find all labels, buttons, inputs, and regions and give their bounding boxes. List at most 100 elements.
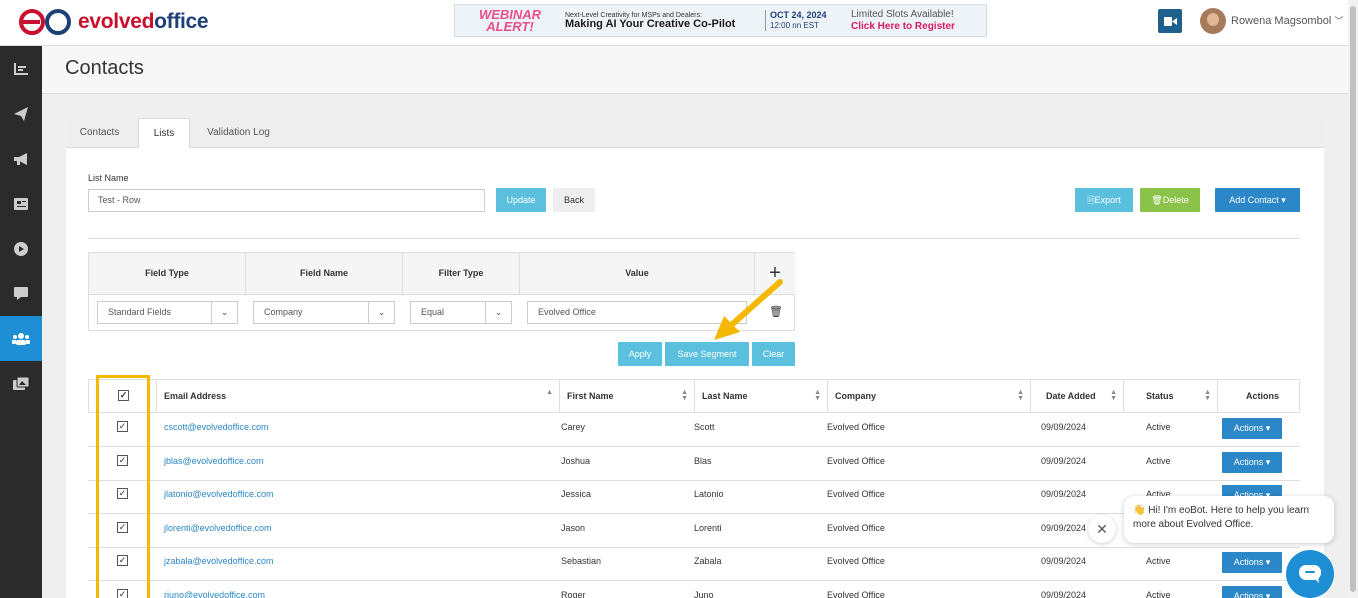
annotation-arrow-icon xyxy=(714,279,783,340)
table-row: ✓ jlorenti@evolvedoffice.com Jason Lorenti E… xyxy=(88,514,1300,548)
cell-company: Evolved Office xyxy=(827,455,885,466)
cell-date: 09/09/2024 xyxy=(1041,489,1087,499)
webinar-banner[interactable]: WEBINAR ALERT! Next-Level Creativity for … xyxy=(454,4,987,37)
logo[interactable]: evolvedoffice xyxy=(18,8,209,36)
update-button[interactable]: Update xyxy=(496,188,546,212)
video-camera-button[interactable] xyxy=(1158,9,1182,33)
user-menu[interactable]: Rowena Magsombol ﹀ xyxy=(1231,14,1343,27)
filter-row-divider xyxy=(89,294,794,295)
scrollbar-thumb[interactable] xyxy=(1350,6,1356,592)
chat-bubble-icon xyxy=(1299,565,1321,583)
cell-email[interactable]: cscott@evolvedoffice.com xyxy=(164,413,269,446)
avatar[interactable] xyxy=(1200,8,1226,34)
tab-lists[interactable]: Lists xyxy=(138,118,190,149)
chat-launcher-button[interactable] xyxy=(1286,550,1334,598)
tab-validation-log[interactable]: Validation Log xyxy=(196,118,281,148)
cell-company: Evolved Office xyxy=(827,422,885,432)
chevron-down-icon: ﹀ xyxy=(1334,16,1344,26)
field-name-select[interactable]: Company ⌄ xyxy=(253,301,395,324)
chatbot-message[interactable]: 👋 Hi! I'm eoBot. Here to help you learn … xyxy=(1124,496,1334,543)
cell-company: Evolved Office xyxy=(827,489,885,499)
file-icon: 🗎 xyxy=(1087,195,1095,205)
sidebar-item-campaigns[interactable] xyxy=(0,91,42,136)
col-company[interactable]: Company ▲ ▼ xyxy=(828,380,1031,412)
table-row: ✓ rjuno@evolvedoffice.com Roger Juno Evolved… xyxy=(88,581,1300,598)
chevron-down-icon: ⌄ xyxy=(368,302,394,323)
add-contact-button[interactable]: Add Contact ▾ xyxy=(1215,188,1300,212)
apply-button[interactable]: Apply xyxy=(618,342,662,366)
col-last-name[interactable]: Last Name ▲ ▼ xyxy=(695,380,828,412)
export-button[interactable]: 🗎Export xyxy=(1075,188,1133,212)
filter-header-filter-type: Filter Type xyxy=(403,253,520,294)
sidebar-item-messages[interactable] xyxy=(0,271,42,316)
sidebar-item-announcements[interactable] xyxy=(0,136,42,181)
row-actions-button[interactable]: Actions ▾ xyxy=(1222,585,1282,598)
cell-email[interactable]: jzabala@evolvedoffice.com xyxy=(164,547,274,580)
list-name-label: List Name xyxy=(88,173,129,183)
cell-first: Roger xyxy=(561,589,586,598)
table-row: ✓ jlatonio@evolvedoffice.com Jessica Latoni… xyxy=(88,480,1300,514)
tab-bar: Contacts Lists Validation Log xyxy=(66,118,1324,149)
newspaper-icon xyxy=(14,197,28,210)
contacts-table: ✓ Email Address ▲ First Name ▲ ▼ Last Name ▲… xyxy=(88,379,1300,598)
caret-down-icon: ▾ xyxy=(1263,423,1271,433)
field-type-select[interactable]: Standard Fields ⌄ xyxy=(97,301,238,324)
list-name-input[interactable]: Test - Row xyxy=(88,189,485,212)
col-date-added[interactable]: Date Added ▲ ▼ xyxy=(1031,380,1124,412)
cell-email[interactable]: rjuno@evolvedoffice.com xyxy=(164,581,265,598)
cell-company: Evolved Office xyxy=(827,522,885,533)
sort-icon: ▲ xyxy=(546,389,553,396)
cell-last: Zabala xyxy=(694,556,722,566)
cell-company: Evolved Office xyxy=(827,556,885,566)
sidebar-item-media[interactable] xyxy=(0,361,42,406)
cell-first: Carey xyxy=(561,422,586,432)
cell-date: 09/09/2024 xyxy=(1041,589,1087,598)
page-header: Contacts xyxy=(42,46,1348,94)
page-scrollbar[interactable] xyxy=(1348,0,1358,598)
tab-contacts[interactable]: Contacts xyxy=(66,118,133,148)
cell-email[interactable]: jlorenti@evolvedoffice.com xyxy=(164,514,272,547)
table-row: ✓ jblas@evolvedoffice.com Joshua Blas Evolve… xyxy=(88,447,1300,481)
sort-icon: ▲ ▼ xyxy=(814,389,821,402)
cell-last: Juno xyxy=(694,589,714,598)
sidebar xyxy=(0,46,42,598)
filter-header-field-name: Field Name xyxy=(246,253,403,294)
checkbox-highlight-box xyxy=(96,375,150,598)
cell-status: Active xyxy=(1146,556,1171,566)
sidebar-item-videos[interactable] xyxy=(0,226,42,271)
cell-date: 09/09/2024 xyxy=(1041,522,1087,533)
sort-icon: ▲ ▼ xyxy=(681,389,688,402)
chevron-down-icon: ⌄ xyxy=(211,302,237,323)
sidebar-item-dashboard[interactable] xyxy=(0,46,42,91)
col-email[interactable]: Email Address ▲ xyxy=(157,380,560,412)
users-icon xyxy=(12,332,30,345)
delete-list-button[interactable]: 🗑Delete xyxy=(1140,188,1200,212)
cell-first: Jason xyxy=(561,522,586,533)
cell-date: 09/09/2024 xyxy=(1041,455,1087,466)
table-row: ✓ cscott@evolvedoffice.com Carey Scott Evolv… xyxy=(88,413,1300,447)
row-actions-label: Actions xyxy=(1233,557,1264,567)
filter-header-field-type: Field Type xyxy=(89,253,246,294)
sidebar-item-contacts[interactable] xyxy=(0,316,42,361)
chevron-down-icon: ⌄ xyxy=(485,302,511,323)
row-actions-button[interactable]: Actions ▾ xyxy=(1222,451,1282,473)
cell-email[interactable]: jlatonio@evolvedoffice.com xyxy=(164,480,274,513)
row-actions-label: Actions xyxy=(1233,590,1264,598)
banner-date: OCT 24, 2024 12:00 nn EST xyxy=(765,10,845,31)
back-button[interactable]: Back xyxy=(553,188,595,212)
caret-down-icon: ▾ xyxy=(1263,590,1271,598)
comment-icon xyxy=(14,287,28,300)
cell-date: 09/09/2024 xyxy=(1041,556,1087,566)
col-first-name[interactable]: First Name ▲ ▼ xyxy=(560,380,695,412)
sort-icon: ▲ ▼ xyxy=(1017,389,1024,402)
row-actions-button[interactable]: Actions ▾ xyxy=(1222,418,1282,439)
cell-email[interactable]: jblas@evolvedoffice.com xyxy=(164,447,264,480)
col-status[interactable]: Status ▲ ▼ xyxy=(1124,380,1218,412)
col-actions: Actions xyxy=(1246,391,1280,401)
filter-type-select[interactable]: Equal ⌄ xyxy=(410,301,512,324)
chat-close-button[interactable]: ✕ xyxy=(1088,515,1116,543)
brand-name: evolvedoffice xyxy=(78,10,209,33)
row-actions-button[interactable]: Actions ▾ xyxy=(1222,552,1282,573)
sidebar-item-content[interactable] xyxy=(0,181,42,226)
caret-down-icon: ▾ xyxy=(1281,195,1286,205)
